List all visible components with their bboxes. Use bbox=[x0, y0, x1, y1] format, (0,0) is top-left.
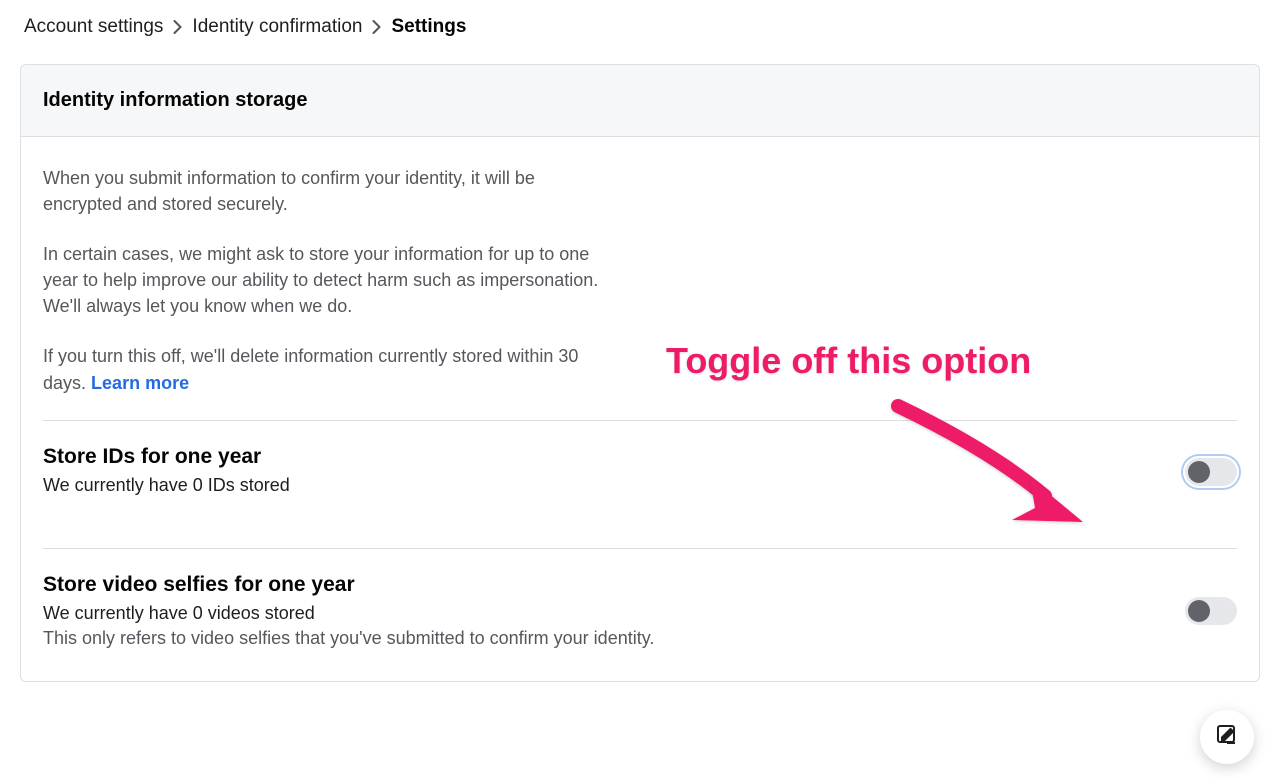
store-videos-note: This only refers to video selfies that y… bbox=[43, 628, 1165, 649]
identity-storage-card: Identity information storage When you su… bbox=[20, 64, 1260, 682]
store-ids-toggle[interactable] bbox=[1185, 458, 1237, 486]
store-ids-subtitle: We currently have 0 IDs stored bbox=[43, 475, 1165, 496]
chevron-right-icon bbox=[372, 20, 381, 34]
store-videos-row: Store video selfies for one year We curr… bbox=[43, 549, 1237, 659]
card-header: Identity information storage bbox=[21, 65, 1259, 137]
learn-more-link[interactable]: Learn more bbox=[91, 373, 189, 393]
card-paragraph: When you submit information to confirm y… bbox=[43, 165, 603, 217]
card-description: When you submit information to confirm y… bbox=[43, 165, 603, 396]
card-paragraph: If you turn this off, we'll delete infor… bbox=[43, 343, 603, 395]
annotation-text: Toggle off this option bbox=[666, 340, 1031, 382]
breadcrumb: Account settings Identity confirmation S… bbox=[20, 0, 1260, 64]
breadcrumb-identity-confirmation[interactable]: Identity confirmation bbox=[192, 16, 362, 38]
store-ids-title: Store IDs for one year bbox=[43, 445, 1165, 469]
store-ids-row: Store IDs for one year We currently have… bbox=[43, 421, 1237, 524]
breadcrumb-account-settings[interactable]: Account settings bbox=[24, 16, 163, 38]
edit-icon bbox=[1215, 723, 1239, 752]
card-title: Identity information storage bbox=[43, 89, 1237, 112]
chevron-right-icon bbox=[173, 20, 182, 34]
edit-fab[interactable] bbox=[1200, 710, 1254, 764]
breadcrumb-settings: Settings bbox=[391, 16, 466, 38]
store-videos-subtitle: We currently have 0 videos stored bbox=[43, 603, 1165, 624]
store-videos-toggle[interactable] bbox=[1185, 597, 1237, 625]
store-videos-title: Store video selfies for one year bbox=[43, 573, 1165, 597]
card-paragraph: In certain cases, we might ask to store … bbox=[43, 241, 603, 319]
card-body: When you submit information to confirm y… bbox=[21, 137, 1259, 681]
